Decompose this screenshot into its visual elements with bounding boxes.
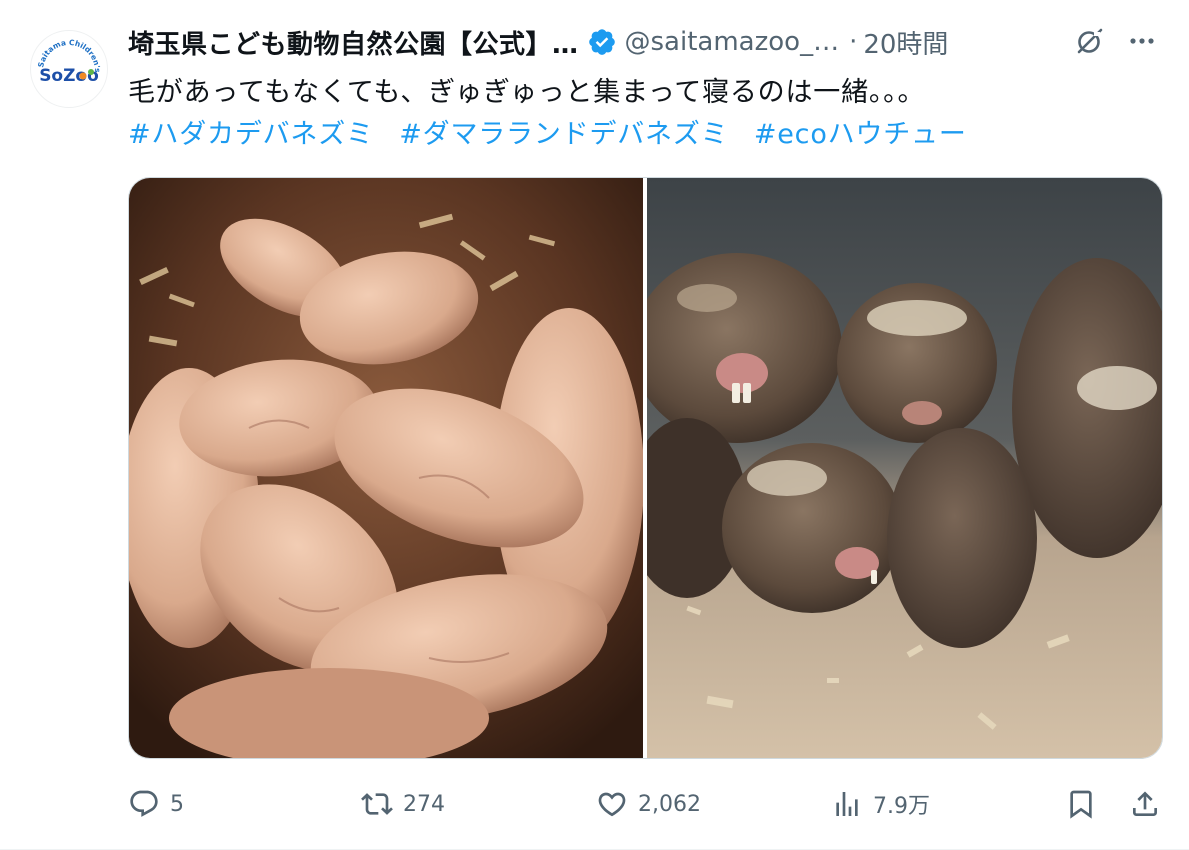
verified-badge-icon xyxy=(587,27,617,57)
tweet-text: 毛があってもなくても、ぎゅぎゅっと集まって寝るのは一緒。。。 xyxy=(128,77,926,108)
tweet-media xyxy=(128,177,1163,759)
photo-naked-mole-rats[interactable] xyxy=(129,178,643,758)
tweet-timestamp[interactable]: 20時間 xyxy=(863,24,948,61)
author-display-name[interactable]: 埼玉県こども動物自然公園【公式】… xyxy=(128,24,579,61)
like-count: 2,062 xyxy=(638,791,701,817)
analytics-icon xyxy=(836,792,858,816)
avatar[interactable]: Saitama Children's Zoo SoZoo xyxy=(30,30,108,108)
photo-damaraland-mole-rats[interactable] xyxy=(647,178,1162,758)
hashtag-link[interactable]: #ecoハウチュー xyxy=(754,119,967,150)
retweet-count: 274 xyxy=(403,791,445,817)
hashtag-link[interactable]: #ハダカデバネズミ xyxy=(128,119,374,150)
share-button[interactable] xyxy=(1129,782,1161,826)
bookmark-button[interactable] xyxy=(1065,782,1097,826)
reply-icon xyxy=(130,790,158,817)
author-handle[interactable]: @saitamazoo_… xyxy=(625,27,840,57)
like-button[interactable]: 2,062 xyxy=(596,782,701,826)
header-separator: · xyxy=(849,27,858,57)
share-icon xyxy=(1133,791,1157,816)
retweet-icon xyxy=(361,793,393,815)
reply-button[interactable]: 5 xyxy=(128,782,184,826)
heart-icon xyxy=(598,792,626,817)
views-button[interactable]: 7.9万 xyxy=(831,782,930,826)
tweet-hashtags: #ハダカデバネズミ #ダマラランドデバネズミ #ecoハウチュー xyxy=(128,112,983,151)
bookmark-icon xyxy=(1070,790,1092,819)
more-options-icon[interactable] xyxy=(1125,24,1159,58)
sozoo-logo: Saitama Children's Zoo SoZoo xyxy=(31,31,102,86)
retweet-button[interactable]: 274 xyxy=(361,782,445,826)
tweet[interactable]: Saitama Children's Zoo SoZoo 埼玉県こども動物自然公… xyxy=(0,0,1189,850)
tweet-actions: 5 274 2,062 7.9万 xyxy=(128,782,1161,826)
view-count: 7.9万 xyxy=(873,794,930,819)
reply-count: 5 xyxy=(170,791,184,817)
tweet-header: 埼玉県こども動物自然公園【公式】… @saitamazoo_… · 20時間 xyxy=(128,22,1159,62)
hashtag-link[interactable]: #ダマラランドデバネズミ xyxy=(399,119,728,150)
avatar-logo-text: SoZoo xyxy=(39,66,99,86)
grok-icon[interactable] xyxy=(1073,24,1107,58)
